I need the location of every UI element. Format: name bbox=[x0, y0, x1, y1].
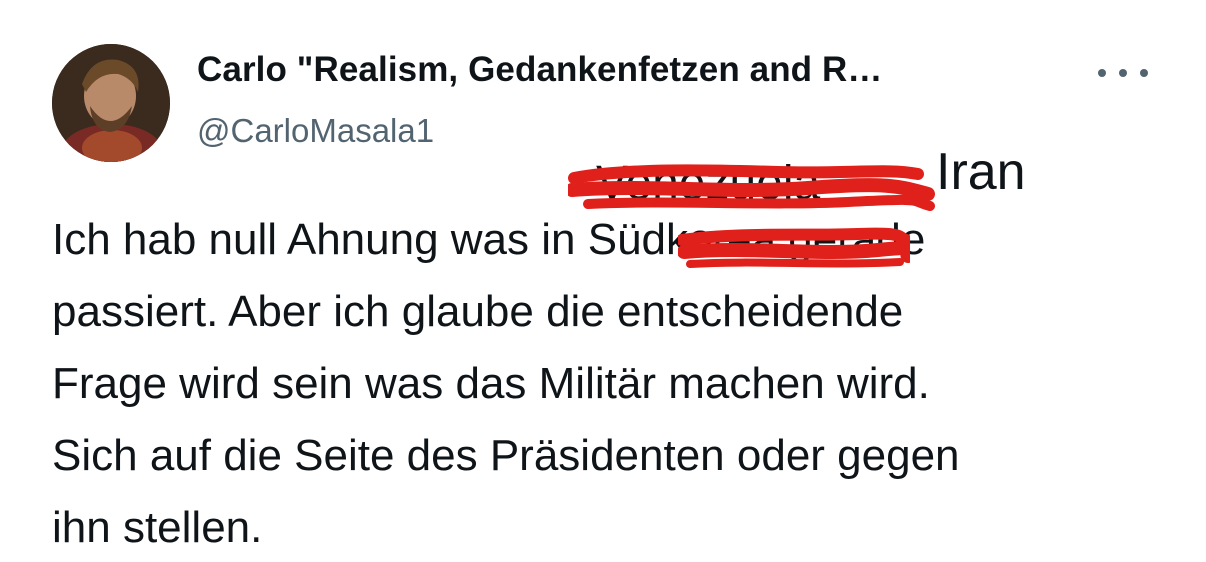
more-horizontal-icon bbox=[1098, 69, 1106, 77]
author-handle[interactable]: @CarloMasala1 bbox=[197, 112, 434, 150]
tweet-text-line-2: passiert. Aber ich glaube die entscheide… bbox=[52, 287, 904, 336]
tweet-text-line-4: Sich auf die Seite des Präsidenten oder … bbox=[52, 431, 960, 480]
replacement-word-iran: Iran bbox=[936, 143, 1026, 201]
red-scribble-icon bbox=[568, 164, 935, 211]
portrait-avatar-icon bbox=[52, 44, 170, 162]
more-horizontal-icon bbox=[1119, 69, 1127, 77]
tweet-text-line-5: ihn stellen. bbox=[52, 503, 263, 552]
red-scribble-icon bbox=[678, 227, 910, 268]
author-display-name[interactable]: Carlo "Realism, Gedankenfetzen and R… bbox=[197, 50, 882, 90]
more-horizontal-icon bbox=[1140, 69, 1148, 77]
more-options-button[interactable] bbox=[1098, 58, 1148, 88]
tweet-text-line-3: Frage wird sein was das Militär machen w… bbox=[52, 359, 930, 408]
avatar[interactable] bbox=[52, 44, 170, 162]
